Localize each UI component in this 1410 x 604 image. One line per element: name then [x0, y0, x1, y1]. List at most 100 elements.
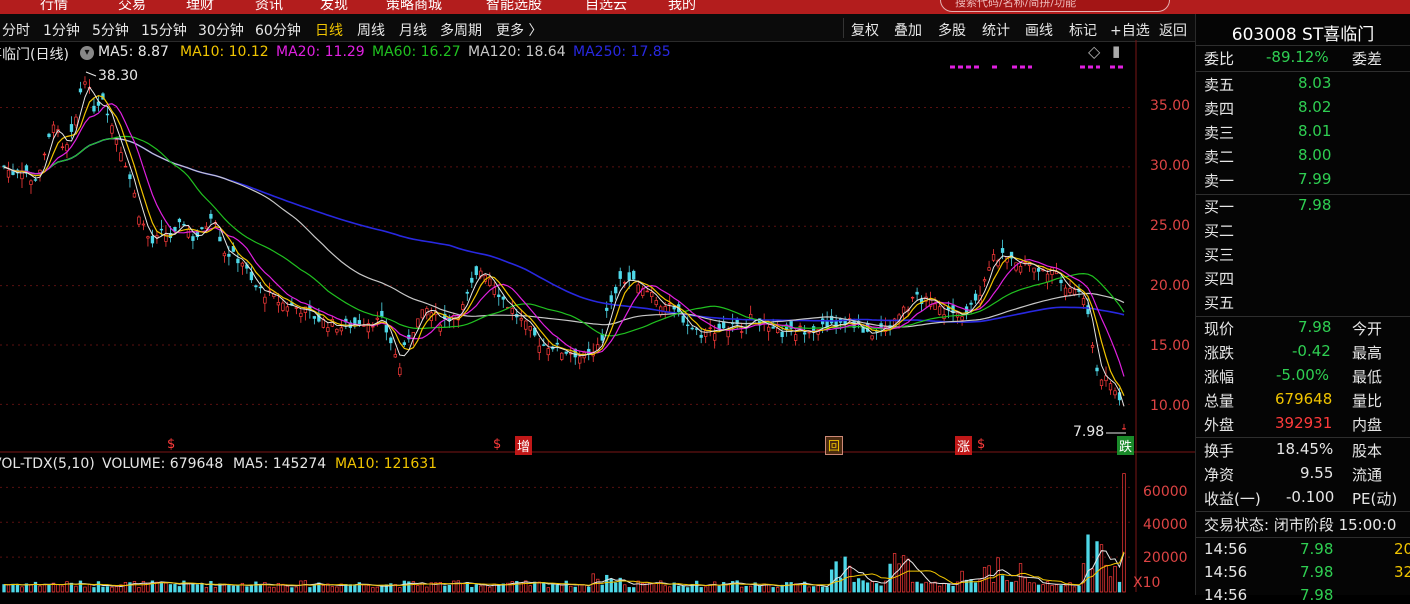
- quote-panel: 603008 ST喜临门 委比 -89.12% 委差 卖五 8.03 卖四 8.…: [1196, 14, 1410, 604]
- volume-bar: [294, 586, 299, 593]
- volume-bar: [951, 585, 955, 593]
- candle-body: [1108, 383, 1113, 391]
- volume-bar: [564, 580, 568, 593]
- candle-body: [564, 351, 568, 354]
- volume-bar: [285, 585, 290, 593]
- volume-bar: [231, 585, 236, 593]
- volume-bar: [627, 587, 631, 593]
- volume-bar: [807, 586, 811, 593]
- volume-bar: [1050, 584, 1054, 593]
- candle-body: [717, 323, 721, 330]
- candle-body: [182, 223, 186, 226]
- volume-bar: [110, 586, 114, 593]
- volume-bar: [11, 583, 15, 593]
- event-marker-dividend[interactable]: $: [977, 437, 985, 452]
- net-asset-value: 9.55: [1300, 464, 1334, 482]
- volume-bar: [856, 578, 861, 593]
- bid4-label: 买四: [1204, 270, 1235, 288]
- current-price-label: 现价: [1204, 320, 1235, 338]
- volume-bar: [933, 581, 937, 593]
- volume-bar: [488, 586, 492, 593]
- candle-body: [937, 306, 942, 315]
- volume-bar: [443, 585, 447, 593]
- volume-bar: [461, 583, 465, 593]
- volume-bar: [2, 584, 6, 593]
- candle-body: [969, 302, 973, 305]
- candle-body: [218, 236, 222, 242]
- volume-bar: [924, 581, 928, 593]
- ask5-label: 卖五: [1204, 76, 1235, 94]
- volume-bar: [942, 582, 946, 593]
- price-tick-10: 10.00: [1150, 398, 1191, 414]
- volume-bar: [704, 586, 708, 593]
- volume-bar: [245, 586, 249, 593]
- volume-bar: [735, 580, 739, 593]
- event-marker-buyback[interactable]: 回: [825, 436, 844, 455]
- candle-body: [474, 266, 478, 276]
- turnover-label: 换手: [1204, 442, 1235, 460]
- candle-body: [632, 270, 636, 280]
- candle-body: [416, 318, 420, 328]
- inner-volume-label: 内盘: [1352, 416, 1383, 434]
- candle-body: [973, 293, 978, 301]
- volume-bar: [267, 586, 272, 593]
- candle-body: [1095, 367, 1099, 372]
- kline-chart[interactable]: [0, 0, 1195, 595]
- candle-body: [654, 300, 658, 306]
- candle-body: [335, 328, 339, 333]
- volume-bar: [632, 587, 636, 593]
- candle-body: [29, 180, 33, 185]
- volume-bar: [874, 583, 879, 593]
- candle-body: [519, 318, 523, 321]
- candle-body: [870, 335, 874, 340]
- volume-bar: [1072, 586, 1077, 593]
- volume-bar: [420, 583, 424, 593]
- tick-price: 7.98: [1300, 563, 1334, 581]
- candle-body: [402, 342, 406, 346]
- candle-body: [1045, 273, 1050, 283]
- candle-body: [497, 294, 501, 297]
- candle-body: [119, 152, 123, 162]
- candle-body: [1090, 345, 1095, 348]
- candle-body: [1032, 267, 1036, 273]
- share-capital-label: 股本: [1352, 442, 1383, 460]
- volume-bar: [6, 584, 11, 593]
- volume-bar: [1090, 568, 1095, 593]
- volume-bar: [366, 585, 370, 593]
- candle-body: [384, 324, 388, 333]
- event-marker-dividend[interactable]: $: [167, 437, 175, 452]
- volume-ratio-label: 量比: [1352, 392, 1383, 410]
- volume-bar: [695, 580, 699, 593]
- candle-body: [6, 169, 11, 178]
- candle-body: [807, 331, 811, 334]
- candle-body: [793, 334, 798, 341]
- volume-bar: [83, 586, 87, 593]
- volume-bar: [573, 586, 577, 593]
- price-tick-15: 15.00: [1150, 338, 1191, 354]
- event-marker-down[interactable]: 跌: [1117, 436, 1135, 455]
- volume-bar: [402, 580, 406, 593]
- volume-bar: [668, 586, 672, 593]
- volume-bar: [569, 585, 573, 593]
- net-asset-label: 净资: [1204, 466, 1235, 484]
- volume-bar: [272, 586, 276, 593]
- candle-body: [1099, 379, 1104, 386]
- candle-body: [114, 139, 119, 145]
- volume-bar: [20, 586, 24, 593]
- candle-body: [933, 303, 937, 310]
- event-marker-dividend[interactable]: $: [493, 437, 501, 452]
- tick-price: 7.98: [1300, 540, 1334, 558]
- volume-bar: [825, 587, 829, 593]
- event-marker-add[interactable]: 增: [515, 436, 533, 455]
- volume-bar: [425, 586, 429, 593]
- candle-body: [488, 278, 492, 286]
- volume-bar: [744, 585, 748, 593]
- candle-body: [254, 285, 258, 288]
- volume-bar: [177, 586, 182, 593]
- volume-bar: [123, 582, 128, 593]
- candle-body: [69, 124, 74, 132]
- volume-bar: [991, 581, 996, 593]
- event-marker-up[interactable]: 涨: [955, 436, 973, 455]
- float-label: 流通: [1352, 466, 1383, 484]
- volume-bar: [132, 581, 137, 593]
